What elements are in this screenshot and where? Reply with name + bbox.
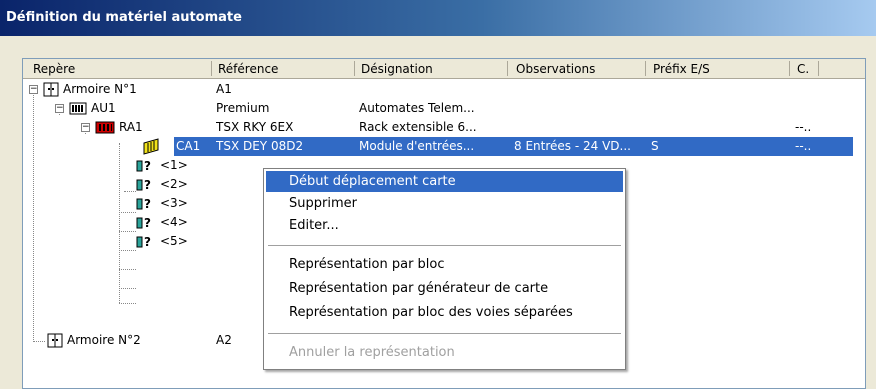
column-header-observations[interactable]: Observations — [516, 62, 595, 76]
repere-cell: <5> — [160, 234, 188, 248]
svg-text:?: ? — [144, 197, 151, 211]
cabinet-icon — [47, 333, 63, 348]
unknown-channel-icon: ? — [136, 216, 151, 230]
collapse-toggle[interactable]: − — [29, 85, 38, 94]
repere-cell: <1> — [160, 158, 188, 172]
title-bar: Définition du matériel automate — [0, 0, 876, 36]
tree-row-au1[interactable]: − AU1 Premium Automates Telem... — [23, 99, 853, 118]
repere-cell: Armoire N°1 — [63, 82, 137, 96]
designation-cell: Automates Telem... — [359, 101, 475, 115]
column-header-c[interactable]: C. — [797, 62, 809, 76]
list-header: Repère Référence Désignation Observation… — [23, 59, 865, 79]
collapse-toggle[interactable]: − — [81, 123, 90, 132]
menu-separator — [268, 245, 621, 247]
menu-item-label: Début déplacement carte — [289, 174, 456, 189]
menu-item-label: Editer... — [289, 218, 339, 233]
menu-item-card-generator-representation[interactable]: Représentation par générateur de carte — [266, 278, 623, 299]
unknown-channel-icon: ? — [136, 235, 151, 249]
input-module-icon — [143, 138, 159, 155]
designation-cell: Module d'entrées... — [359, 139, 475, 153]
column-header-designation[interactable]: Désignation — [361, 62, 433, 76]
column-header-reference[interactable]: Référence — [218, 62, 278, 76]
menu-separator — [268, 333, 621, 335]
prefix-cell: S — [651, 139, 659, 153]
reference-cell: A1 — [216, 82, 232, 96]
context-menu: Début déplacement carte Supprimer Editer… — [263, 168, 626, 370]
column-header-repere[interactable]: Repère — [33, 62, 75, 76]
cabinet-icon — [43, 82, 59, 97]
menu-item-label: Représentation par bloc — [289, 257, 445, 272]
reference-cell: TSX RKY 6EX — [216, 120, 294, 134]
unknown-channel-icon: ? — [136, 159, 151, 173]
designation-cell: Rack extensible 6... — [359, 120, 477, 134]
menu-item-cancel-representation[interactable]: Annuler la représentation — [266, 342, 623, 363]
menu-item-label: Annuler la représentation — [289, 345, 455, 360]
repere-cell: RA1 — [119, 120, 143, 134]
tree-row-ra1[interactable]: − RA1 TSX RKY 6EX Rack extensible 6... -… — [23, 118, 853, 137]
collapse-toggle[interactable]: − — [55, 104, 64, 113]
unknown-channel-icon: ? — [136, 178, 151, 192]
reference-cell: A2 — [216, 333, 232, 347]
repere-cell: Armoire N°2 — [67, 333, 141, 347]
svg-text:?: ? — [144, 235, 151, 249]
observations-cell: 8 Entrées - 24 VD... — [514, 139, 631, 153]
menu-item-label: Représentation par bloc des voies séparé… — [289, 305, 573, 320]
menu-item-separate-channels-representation[interactable]: Représentation par bloc des voies séparé… — [266, 302, 623, 323]
column-header-prefix[interactable]: Préfix E/S — [653, 62, 710, 76]
menu-item-edit[interactable]: Editer... — [266, 215, 623, 236]
menu-item-block-representation[interactable]: Représentation par bloc — [266, 254, 623, 275]
reference-cell: TSX DEY 08D2 — [216, 139, 304, 153]
repere-cell: <3> — [160, 196, 188, 210]
menu-item-delete[interactable]: Supprimer — [266, 193, 623, 214]
menu-item-start-move-card[interactable]: Début déplacement carte — [266, 171, 623, 192]
svg-text:?: ? — [144, 216, 151, 230]
repere-cell: CA1 — [176, 139, 201, 153]
c-cell: --.. — [795, 139, 812, 153]
unknown-channel-icon: ? — [136, 197, 151, 211]
menu-item-label: Représentation par générateur de carte — [289, 281, 549, 296]
menu-item-label: Supprimer — [289, 196, 357, 211]
svg-text:?: ? — [144, 159, 151, 173]
repere-cell: AU1 — [91, 101, 116, 115]
reference-cell: Premium — [216, 101, 270, 115]
c-cell: --.. — [795, 120, 812, 134]
repere-cell: <4> — [160, 215, 188, 229]
window-title: Définition du matériel automate — [6, 10, 242, 25]
plc-icon — [69, 102, 87, 115]
tree-row-armoire-1[interactable]: − Armoire N°1 A1 — [23, 80, 853, 99]
tree-row-ca1[interactable]: CA1 TSX DEY 08D2 Module d'entrées... 8 E… — [23, 137, 853, 156]
rack-icon — [95, 121, 115, 134]
svg-text:?: ? — [144, 178, 151, 192]
repere-cell: <2> — [160, 177, 188, 191]
